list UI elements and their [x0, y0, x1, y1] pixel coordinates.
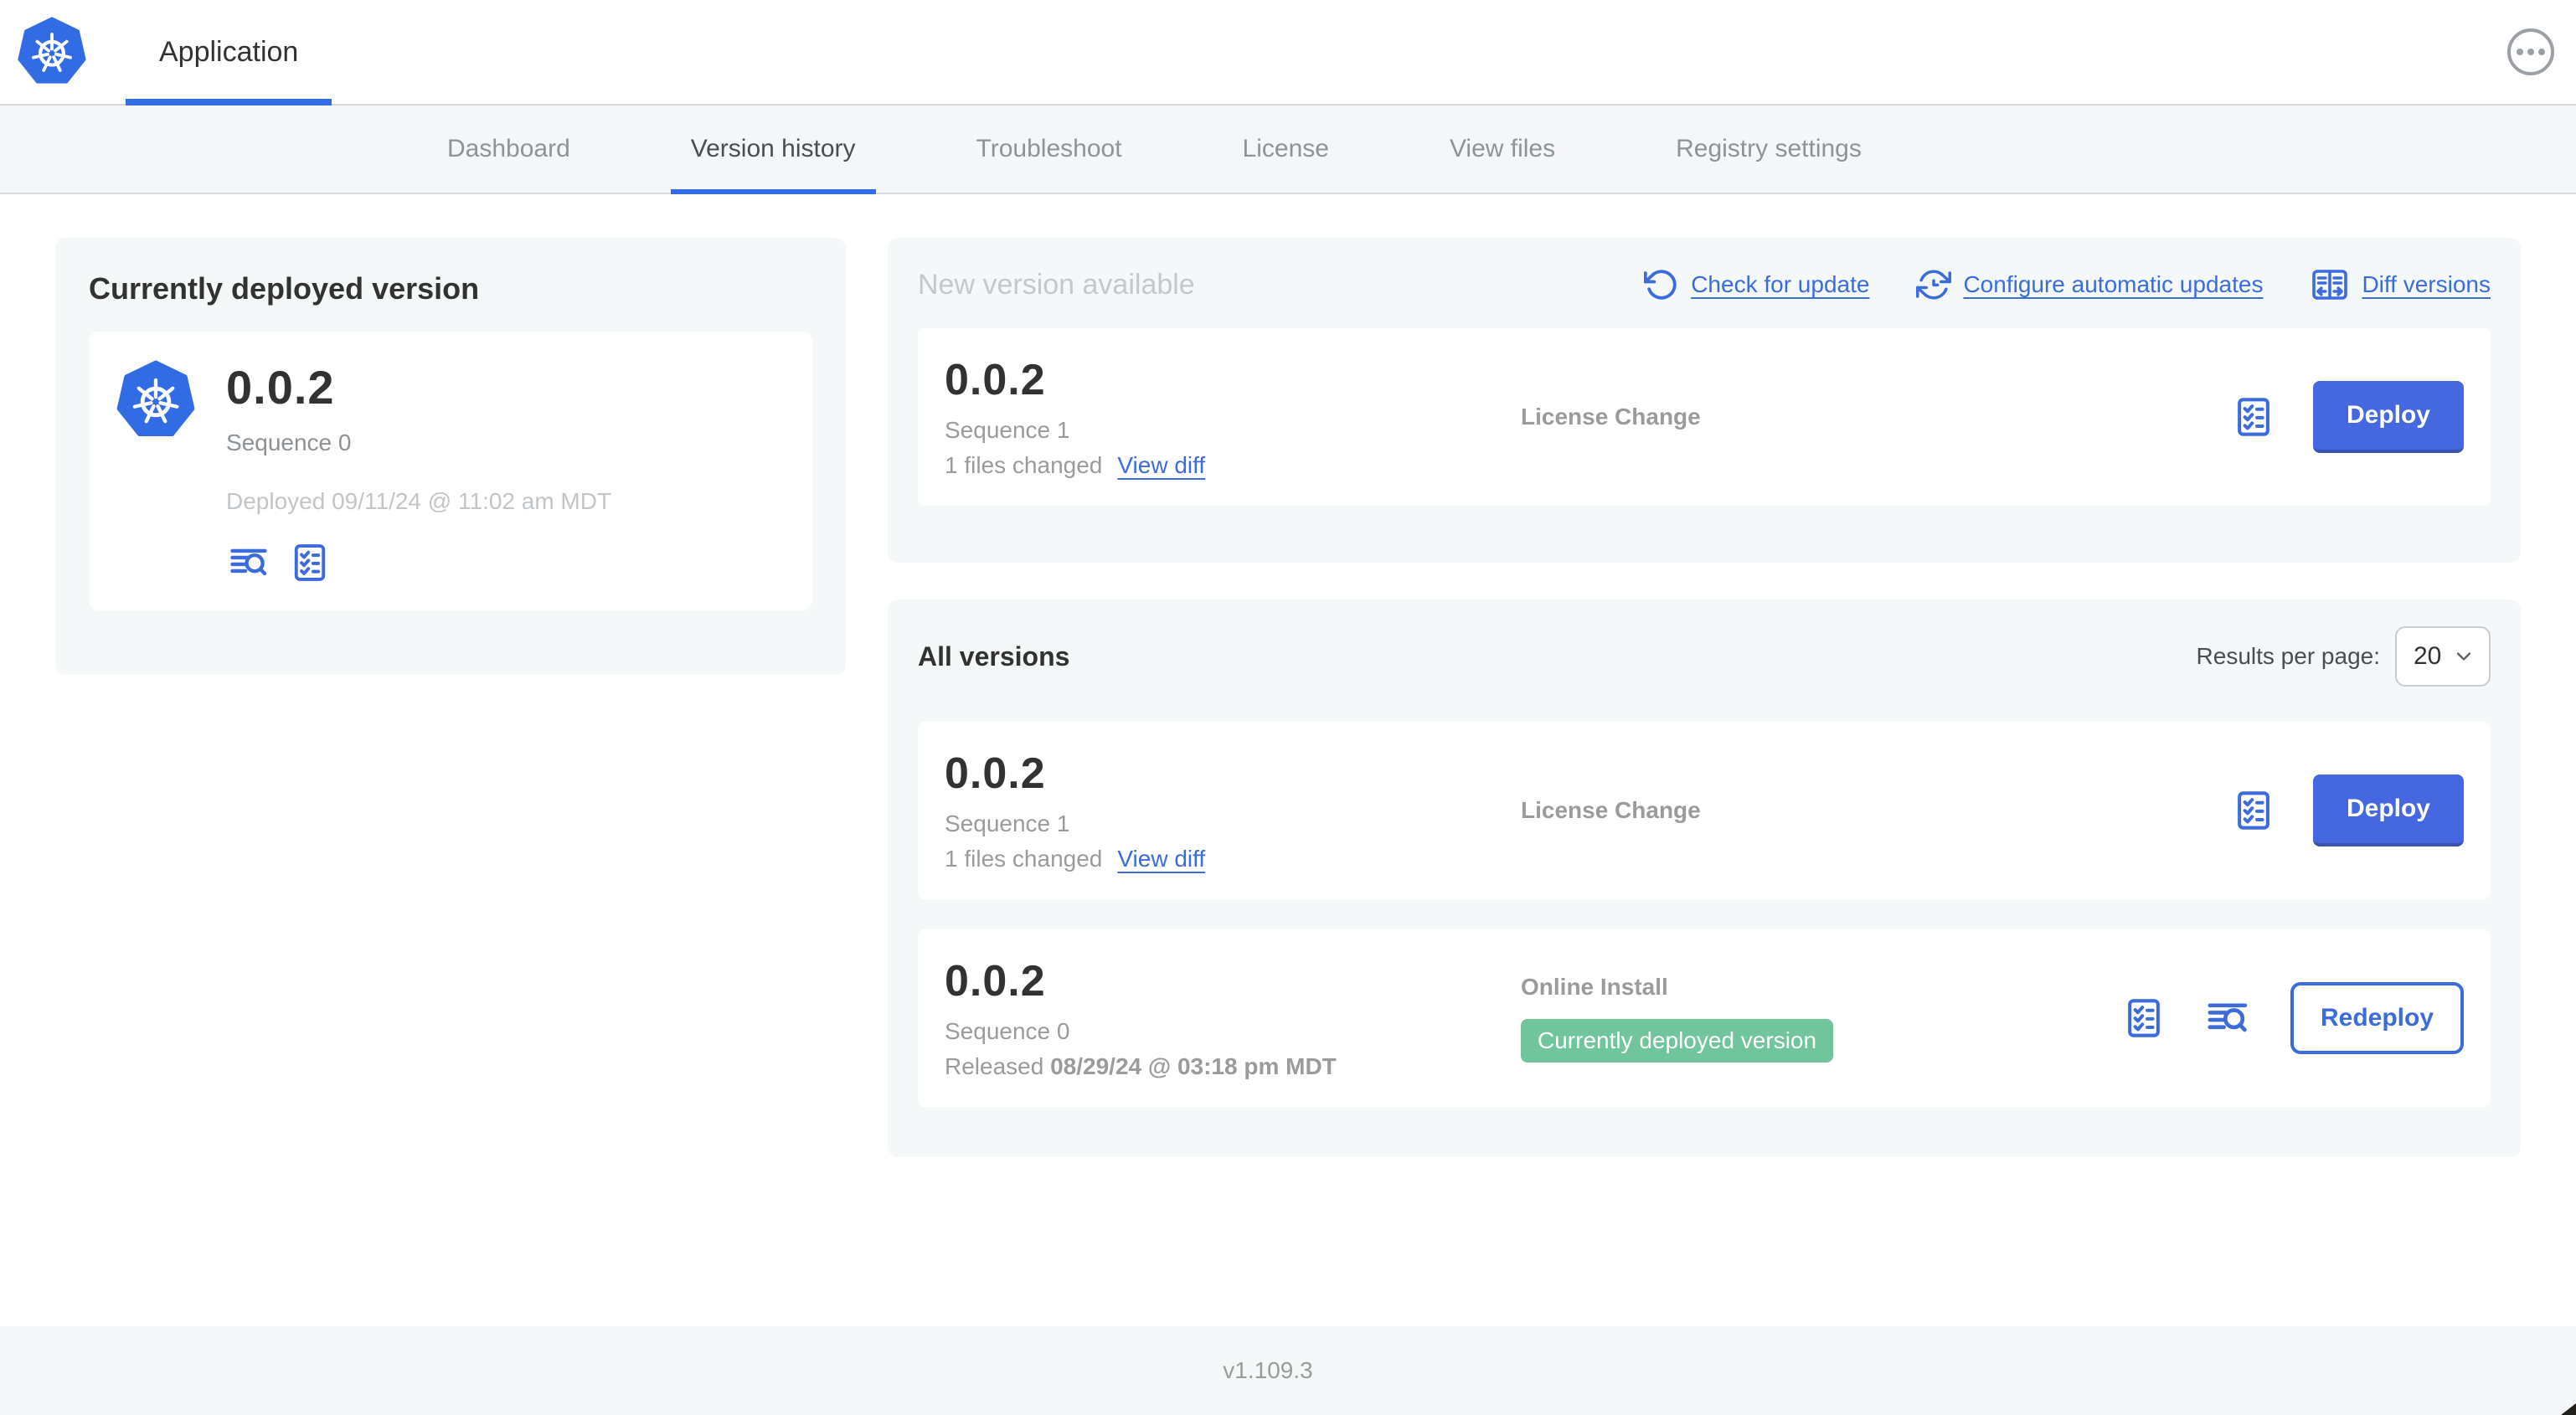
view-logs-icon[interactable] [226, 541, 273, 584]
diff-versions-action[interactable]: Diff versions [2310, 265, 2491, 305]
new-version-title: New version available [918, 268, 1195, 301]
deploy-button[interactable]: Deploy [2312, 381, 2464, 453]
view-diff-link[interactable]: View diff [1117, 452, 1205, 479]
overflow-menu-button[interactable] [2507, 28, 2554, 75]
released-timestamp: Released 08/29/24 @ 03:18 pm MDT [945, 1053, 1337, 1079]
tab-license[interactable]: License [1223, 105, 1349, 193]
tab-troubleshoot[interactable]: Troubleshoot [956, 105, 1142, 193]
deployed-version-info: 0.0.2 Sequence 0 Deployed 09/11/24 @ 11:… [226, 360, 611, 585]
version-sequence: Sequence 0 [945, 1018, 1070, 1044]
footer: v1.109.3 [0, 1326, 2576, 1415]
tab-registry-settings[interactable]: Registry settings [1656, 105, 1882, 193]
app-title: Application [159, 35, 299, 68]
preflight-checklist-icon[interactable] [2121, 993, 2166, 1043]
version-row: 0.0.2 Sequence 1 1 files changed View di… [918, 722, 2491, 899]
version-number: 0.0.2 [945, 356, 1046, 404]
configure-automatic-updates-link[interactable]: Configure automatic updates [1963, 271, 2263, 298]
version-sequence: Sequence 1 [945, 417, 1070, 443]
version-history-page: Application Dashboard Version history Tr… [0, 0, 2576, 1415]
version-actions: Check for update Configure automatic upd… [1644, 265, 2491, 305]
app-title-tab[interactable]: Application [126, 0, 332, 105]
tab-version-history[interactable]: Version history [670, 105, 877, 194]
tab-view-files[interactable]: View files [1430, 105, 1575, 193]
version-row: 0.0.2 Sequence 0 Released 08/29/24 @ 03:… [918, 929, 2491, 1107]
rotate-ccw-icon [1644, 267, 1679, 302]
configure-automatic-updates-action[interactable]: Configure automatic updates [1916, 267, 2263, 302]
version-sequence: Sequence 1 [945, 810, 1070, 836]
console-version: v1.109.3 [1223, 1357, 1313, 1383]
version-row: 0.0.2 Sequence 1 1 files changed View di… [918, 328, 2491, 506]
deployed-version-number: 0.0.2 [226, 361, 335, 414]
all-versions-card: All versions Results per page: 20 0.0.2 [888, 599, 2521, 1157]
deployed-column: Currently deployed version 0.0.2 Sequenc… [55, 238, 846, 1293]
diff-versions-link[interactable]: Diff versions [2362, 271, 2491, 298]
ellipsis-dot [2517, 49, 2523, 55]
version-number: 0.0.2 [945, 749, 1046, 798]
deployed-timestamp: Deployed 09/11/24 @ 11:02 am MDT [226, 488, 612, 514]
chevron-down-icon [2452, 645, 2476, 668]
files-changed-label: 1 files changed [945, 452, 1103, 478]
view-diff-link[interactable]: View diff [1117, 846, 1205, 872]
auto-update-clock-icon [1916, 267, 1951, 302]
new-version-card: New version available Check for update C… [888, 238, 2521, 563]
main-content: Currently deployed version 0.0.2 Sequenc… [0, 194, 2576, 1326]
currently-deployed-badge: Currently deployed version [1521, 1019, 1834, 1063]
results-per-page-value: 20 [2414, 642, 2442, 670]
ellipsis-dot [2527, 49, 2534, 55]
deployed-card-title: Currently deployed version [89, 271, 480, 306]
version-source: License Change [1521, 404, 1701, 430]
deployed-version-card: 0.0.2 Sequence 0 Deployed 09/11/24 @ 11:… [89, 332, 812, 610]
deploy-button[interactable]: Deploy [2312, 774, 2464, 846]
results-per-page-select[interactable]: 20 [2395, 626, 2491, 687]
files-changed-label: 1 files changed [945, 846, 1103, 872]
ellipsis-dot [2538, 49, 2545, 55]
preflight-checklist-icon[interactable] [2231, 785, 2276, 836]
versions-column: New version available Check for update C… [888, 238, 2521, 1293]
preflight-checklist-icon[interactable] [2231, 392, 2276, 442]
tab-dashboard[interactable]: Dashboard [427, 105, 590, 193]
view-logs-icon[interactable] [2203, 995, 2254, 1042]
preflight-checklist-icon[interactable] [288, 540, 332, 585]
currently-deployed-card: Currently deployed version 0.0.2 Sequenc… [55, 238, 846, 675]
version-source: Online Install [1521, 974, 1668, 1000]
redeploy-button[interactable]: Redeploy [2290, 982, 2464, 1054]
check-for-update-link[interactable]: Check for update [1691, 271, 1869, 298]
version-number: 0.0.2 [945, 957, 1046, 1006]
section-tabs: Dashboard Version history Troubleshoot L… [0, 105, 2576, 194]
deployed-sequence: Sequence 0 [226, 430, 352, 455]
diff-panes-icon [2310, 265, 2350, 305]
app-header: Application [0, 0, 2576, 105]
results-per-page-label: Results per page: [2196, 643, 2380, 669]
check-for-update-action[interactable]: Check for update [1644, 267, 1869, 302]
version-source: License Change [1521, 797, 1701, 823]
all-versions-title: All versions [918, 641, 1070, 671]
kubernetes-logo-icon [116, 360, 196, 585]
kubernetes-logo-icon [17, 17, 87, 87]
